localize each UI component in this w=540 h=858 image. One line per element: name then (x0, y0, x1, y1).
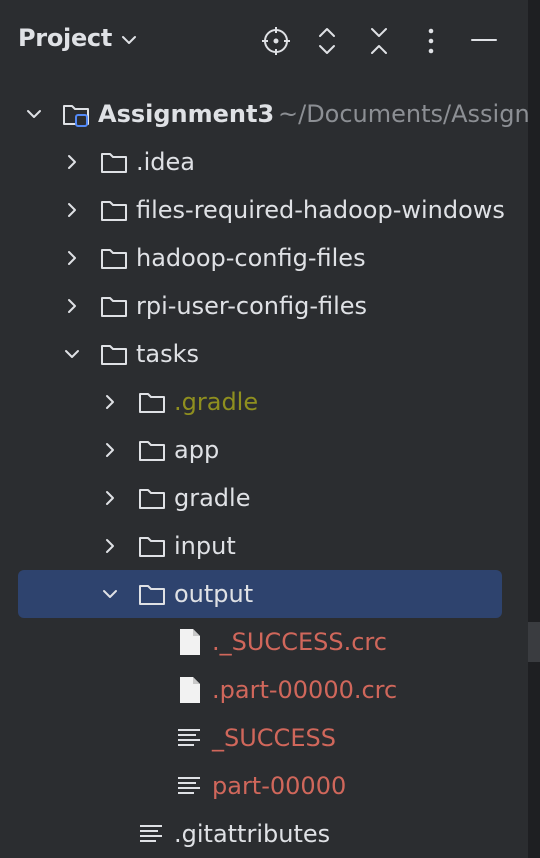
folder-icon (101, 201, 127, 221)
folder-icon (101, 345, 127, 365)
text-file-icon (178, 729, 200, 746)
folder-icon (101, 153, 127, 173)
tree-item-success-crc[interactable]: ._SUCCESS.crc (0, 618, 528, 666)
chevron-down-icon[interactable] (100, 584, 120, 604)
chevron-down-icon[interactable] (62, 344, 82, 364)
tree-item-tasks[interactable]: tasks (0, 330, 528, 378)
tree-item-label: input (174, 532, 236, 560)
chevron-right-icon[interactable] (100, 536, 120, 556)
chevron-down-icon[interactable] (24, 104, 44, 124)
expand-collapse-icon[interactable] (310, 24, 344, 58)
tree-item-label: _SUCCESS (212, 724, 336, 752)
locate-icon[interactable] (259, 24, 293, 58)
chevron-right-icon[interactable] (62, 296, 82, 316)
folder-icon (101, 297, 127, 317)
chevron-right-icon[interactable] (100, 392, 120, 412)
tree-item-rpi-user-config-files[interactable]: rpi-user-config-files (0, 282, 528, 330)
project-tree: Assignment3 ~/Documents/Assignment3 .ide… (0, 90, 528, 858)
tree-item-label: files-required-hadoop-windows (136, 196, 505, 224)
chevron-right-icon[interactable] (62, 248, 82, 268)
tree-item-files-required-hadoop-windows[interactable]: files-required-hadoop-windows (0, 186, 528, 234)
tree-item-label: .part-00000.crc (212, 676, 398, 704)
tree-item-label: .idea (136, 148, 196, 176)
collapse-all-icon[interactable] (362, 24, 396, 58)
file-icon (180, 629, 200, 655)
tree-item-label: rpi-user-config-files (136, 292, 368, 320)
hide-icon[interactable] (467, 24, 501, 58)
tree-item-label: hadoop-config-files (136, 244, 366, 272)
chevron-down-icon[interactable] (120, 33, 138, 47)
tree-item-output[interactable]: output (0, 570, 528, 618)
tree-item-label: .gitattributes (174, 820, 331, 848)
folder-icon (139, 489, 165, 509)
tree-item-gitattributes[interactable]: .gitattributes (0, 810, 528, 858)
tree-item-idea[interactable]: .idea (0, 138, 528, 186)
project-tool-window-header: Project (0, 0, 528, 82)
tree-item-dot-gradle[interactable]: .gradle (0, 378, 528, 426)
folder-icon (101, 249, 127, 269)
file-icon (180, 677, 200, 703)
folder-icon (139, 537, 165, 557)
text-file-icon (178, 777, 200, 794)
tree-item-label: part-00000 (212, 772, 347, 800)
tree-item-label: output (174, 580, 254, 608)
tree-item-label: tasks (136, 340, 200, 368)
tree-item-label: app (174, 436, 220, 464)
text-file-icon (140, 825, 162, 842)
tree-item-label: .gradle (174, 388, 259, 416)
tree-root-assignment3[interactable]: Assignment3 ~/Documents/Assignment3 (0, 90, 528, 138)
scrollbar-thumb[interactable] (528, 622, 540, 662)
panel-title[interactable]: Project (18, 24, 112, 52)
tree-item-label: gradle (174, 484, 251, 512)
scrollbar[interactable] (528, 0, 540, 858)
more-options-icon[interactable] (414, 24, 448, 58)
tree-item-part-00000-crc[interactable]: .part-00000.crc (0, 666, 528, 714)
chevron-right-icon[interactable] (62, 200, 82, 220)
tree-item-gradle[interactable]: gradle (0, 474, 528, 522)
folder-icon (139, 393, 165, 413)
chevron-right-icon[interactable] (100, 440, 120, 460)
tree-item-part-00000[interactable]: part-00000 (0, 762, 528, 810)
tree-item-hadoop-config-files[interactable]: hadoop-config-files (0, 234, 528, 282)
module-folder-icon (63, 105, 89, 127)
tree-item-app[interactable]: app (0, 426, 528, 474)
folder-icon (139, 441, 165, 461)
chevron-right-icon[interactable] (100, 488, 120, 508)
root-path: ~/Documents/Assignment3 (278, 100, 528, 128)
chevron-right-icon[interactable] (62, 152, 82, 172)
folder-icon (139, 585, 165, 605)
tree-item-label: Assignment3 (98, 100, 275, 128)
tree-item-input[interactable]: input (0, 522, 528, 570)
tree-item-label: ._SUCCESS.crc (212, 628, 387, 656)
tree-item-success[interactable]: _SUCCESS (0, 714, 528, 762)
